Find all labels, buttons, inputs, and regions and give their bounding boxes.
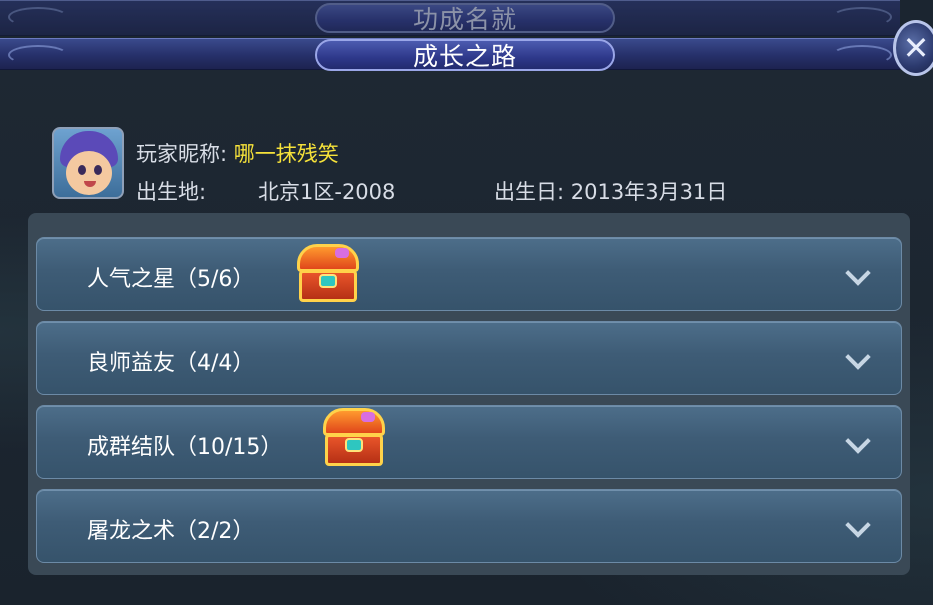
birthday-label: 出生日:	[494, 180, 565, 204]
achievement-row-good-mentor[interactable]: 良师益友（4/4）	[36, 321, 902, 395]
achievement-label: 良师益友（4/4）	[87, 351, 255, 376]
swirl-ornament-left	[8, 45, 68, 65]
achievement-row-group-up[interactable]: 成群结队（10/15）	[36, 405, 902, 479]
nickname-row: 玩家昵称: 哪一抹残笑	[136, 138, 339, 168]
close-icon: ✕	[902, 29, 930, 67]
achievement-label: 人气之星（5/6）	[87, 267, 255, 292]
tab-banner-achievements[interactable]: 功成名就	[0, 0, 900, 36]
treasure-chest-icon[interactable]	[295, 244, 361, 304]
chevron-down-icon[interactable]	[843, 428, 871, 456]
swirl-ornament-left	[8, 7, 68, 27]
achievement-row-dragon-slaying[interactable]: 屠龙之术（2/2）	[36, 489, 902, 563]
birthplace-row: 出生地:	[136, 176, 206, 206]
player-avatar	[52, 127, 124, 199]
treasure-chest-icon[interactable]	[321, 408, 387, 468]
birthday-row: 出生日: 2013年3月31日	[494, 176, 727, 206]
tab-achievements-title[interactable]: 功成名就	[315, 3, 615, 34]
chevron-down-icon[interactable]	[843, 260, 871, 288]
tab-banner-growth-path[interactable]: 成长之路	[0, 38, 900, 71]
swirl-ornament-right	[832, 45, 892, 65]
close-button[interactable]: ✕	[893, 20, 933, 76]
tab-growth-path-title[interactable]: 成长之路	[315, 39, 615, 71]
birthplace-label: 出生地:	[136, 180, 207, 204]
chevron-down-icon[interactable]	[843, 344, 871, 372]
nickname-label: 玩家昵称:	[136, 142, 228, 166]
birthplace-value: 北京1区-2008	[258, 180, 396, 204]
birthday-value: 2013年3月31日	[570, 180, 728, 204]
nickname-value: 哪一抹残笑	[233, 142, 339, 166]
achievement-label: 屠龙之术（2/2）	[87, 519, 255, 544]
achievement-row-popularity-star[interactable]: 人气之星（5/6）	[36, 237, 902, 311]
swirl-ornament-right	[832, 7, 892, 27]
chevron-down-icon[interactable]	[843, 512, 871, 540]
achievement-label: 成群结队（10/15）	[87, 435, 283, 460]
